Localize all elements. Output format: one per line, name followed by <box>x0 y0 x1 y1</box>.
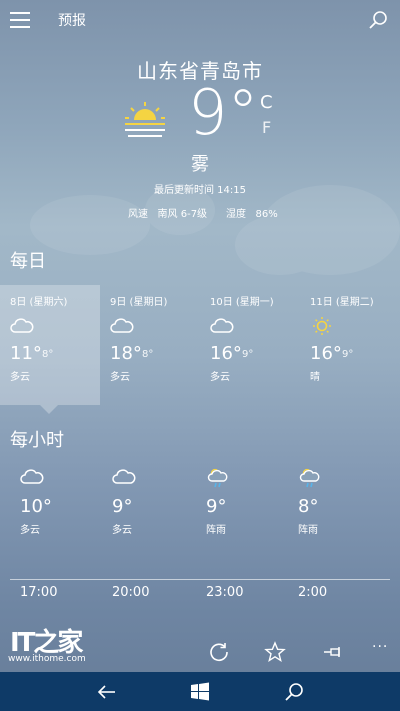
hour-card[interactable]: 9° 多云 <box>102 466 192 546</box>
day-card[interactable]: 11日 (星期二) 16° 9° 晴 <box>300 293 400 403</box>
star-favorite-icon[interactable] <box>264 641 286 663</box>
hour-card[interactable]: 8° 阵雨 <box>288 466 378 546</box>
hour-time: 20:00 <box>112 585 150 600</box>
unit-celsius-toggle[interactable]: C <box>260 92 273 113</box>
day-condition: 多云 <box>110 372 130 383</box>
shower-icon <box>299 468 320 488</box>
hour-temperature: 8° <box>298 496 319 517</box>
back-arrow-icon[interactable] <box>96 681 118 703</box>
sun-icon <box>313 317 331 335</box>
day-date: 11日 (星期二) <box>310 297 374 308</box>
hour-time: 17:00 <box>20 585 58 600</box>
day-condition: 多云 <box>10 372 30 383</box>
windows-start-icon[interactable] <box>189 681 211 703</box>
day-card[interactable]: 10日 (星期一) 16° 9° 多云 <box>200 293 300 403</box>
hour-card[interactable]: 9° 阵雨 <box>196 466 286 546</box>
wind-label: 风速 <box>128 209 148 220</box>
cloud-icon <box>110 318 134 333</box>
last-updated: 最后更新时间 14:15 <box>154 185 246 196</box>
hourly-timeline-divider <box>10 579 390 580</box>
current-temperature: 9° <box>188 76 259 149</box>
cloud-icon <box>10 318 34 333</box>
page-title: 预报 <box>58 13 86 29</box>
hour-temperature: 10° <box>20 496 52 517</box>
day-high: 11° <box>10 343 42 364</box>
day-high: 16° <box>210 343 242 364</box>
hour-card[interactable]: 10° 多云 <box>10 466 100 546</box>
top-bar: 预报 <box>0 0 400 40</box>
app-bar: ··· <box>0 633 400 673</box>
more-options-button[interactable]: ··· <box>372 639 388 655</box>
hour-condition: 阵雨 <box>206 525 226 536</box>
selected-day-pointer <box>40 405 58 414</box>
day-date: 10日 (星期一) <box>210 297 274 308</box>
hour-condition: 多云 <box>112 525 132 536</box>
day-card[interactable]: 8日 (星期六) 11° 8° 多云 <box>0 293 100 403</box>
day-low: 8° <box>142 349 154 360</box>
cloud-icon <box>20 469 44 484</box>
fog-sun-icon <box>125 102 165 137</box>
day-card[interactable]: 9日 (星期日) 18° 8° 多云 <box>100 293 200 403</box>
system-nav-bar <box>0 672 400 711</box>
day-date: 8日 (星期六) <box>10 297 68 308</box>
shower-icon <box>207 468 228 488</box>
search-icon[interactable] <box>368 10 388 30</box>
pin-icon[interactable] <box>322 641 344 663</box>
hamburger-menu-icon[interactable] <box>10 12 30 28</box>
hour-condition: 多云 <box>20 525 40 536</box>
hour-time: 23:00 <box>206 585 244 600</box>
hour-condition: 阵雨 <box>298 525 318 536</box>
day-high: 18° <box>110 343 142 364</box>
day-low: 9° <box>242 349 254 360</box>
day-condition: 多云 <box>210 372 230 383</box>
day-low: 8° <box>42 349 54 360</box>
humidity-info: 湿度 86% <box>226 205 278 220</box>
unit-fahrenheit-toggle[interactable]: F <box>262 118 271 137</box>
day-condition: 晴 <box>310 372 320 383</box>
hourly-section-title: 每小时 <box>10 430 64 451</box>
search-icon[interactable] <box>283 681 305 703</box>
day-high: 16° <box>310 343 342 364</box>
daily-section-title: 每日 <box>10 251 46 272</box>
cloud-icon <box>112 469 136 484</box>
wind-value: 南风 6-7级 <box>157 209 208 220</box>
hour-temperature: 9° <box>112 496 133 517</box>
refresh-icon[interactable] <box>208 641 230 663</box>
humidity-value: 86% <box>255 209 278 220</box>
cloud-icon <box>210 318 234 333</box>
day-date: 9日 (星期日) <box>110 297 168 308</box>
hour-temperature: 9° <box>206 496 227 517</box>
wind-info: 风速 南风 6-7级 <box>128 205 207 220</box>
day-low: 9° <box>342 349 354 360</box>
hour-time: 2:00 <box>298 585 328 600</box>
current-condition: 雾 <box>191 154 209 175</box>
humidity-label: 湿度 <box>226 209 246 220</box>
